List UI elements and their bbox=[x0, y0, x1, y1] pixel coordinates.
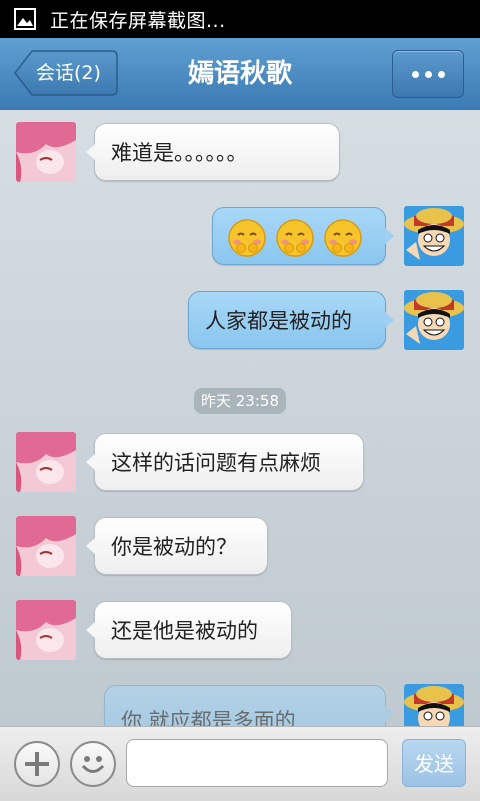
more-dot-icon bbox=[424, 70, 432, 78]
message-bubble[interactable]: 难道是。。。。。。 bbox=[86, 123, 340, 181]
input-bar: 发送 bbox=[0, 726, 480, 801]
chat-area[interactable]: 难道是。。。。。。 人家都是被动的 昨天 23:58 这样的话问题有点麻烦 你是… bbox=[0, 110, 480, 726]
image-icon bbox=[14, 8, 36, 30]
message-text: 这样的话问题有点麻烦 bbox=[111, 451, 321, 475]
status-bar: 正在保存屏幕截图... bbox=[0, 0, 480, 38]
more-dot-icon bbox=[437, 70, 445, 78]
message-text: 难道是。。。。。。 bbox=[111, 141, 248, 165]
message-bubble[interactable]: 还是他是被动的 bbox=[86, 601, 292, 659]
message-bubble-partial[interactable]: 你 就应都是多面的 bbox=[104, 685, 394, 726]
message-text: 还是他是被动的 bbox=[111, 619, 258, 643]
send-button[interactable]: 发送 bbox=[402, 739, 466, 787]
contact-avatar[interactable] bbox=[16, 122, 76, 182]
title-bar: 会话(2) 嫣语秋歌 bbox=[0, 38, 480, 111]
shy-emoji-icon bbox=[228, 219, 266, 257]
message-text: 你是被动的？ bbox=[111, 535, 237, 559]
smiley-icon bbox=[81, 756, 105, 773]
my-avatar[interactable] bbox=[404, 684, 464, 726]
status-text: 正在保存屏幕截图... bbox=[50, 9, 226, 32]
more-button[interactable] bbox=[392, 50, 464, 98]
contact-avatar[interactable] bbox=[16, 600, 76, 660]
message-bubble-emoji[interactable] bbox=[212, 207, 394, 265]
shy-emoji-icon bbox=[324, 219, 362, 257]
emoji-button[interactable] bbox=[70, 741, 116, 787]
add-button[interactable] bbox=[14, 741, 60, 787]
message-bubble[interactable]: 这样的话问题有点麻烦 bbox=[86, 433, 364, 491]
back-button[interactable]: 会话(2) bbox=[14, 50, 118, 96]
my-avatar[interactable] bbox=[404, 206, 464, 266]
message-input[interactable] bbox=[126, 739, 388, 787]
contact-avatar[interactable] bbox=[16, 432, 76, 492]
message-text: 人家都是被动的 bbox=[205, 309, 352, 333]
chat-title: 嫣语秋歌 bbox=[187, 59, 292, 89]
contact-avatar[interactable] bbox=[16, 516, 76, 576]
plus-icon bbox=[25, 752, 49, 776]
message-bubble[interactable]: 你是被动的？ bbox=[86, 517, 268, 575]
my-avatar[interactable] bbox=[404, 290, 464, 350]
timestamp: 昨天 23:58 bbox=[194, 388, 286, 414]
back-label: 会话(2) bbox=[36, 62, 101, 84]
shy-emoji-icon bbox=[276, 219, 314, 257]
more-dot-icon bbox=[411, 70, 419, 78]
message-text: 你 就应都是多面的 bbox=[121, 709, 296, 726]
message-bubble[interactable]: 人家都是被动的 bbox=[188, 291, 394, 349]
